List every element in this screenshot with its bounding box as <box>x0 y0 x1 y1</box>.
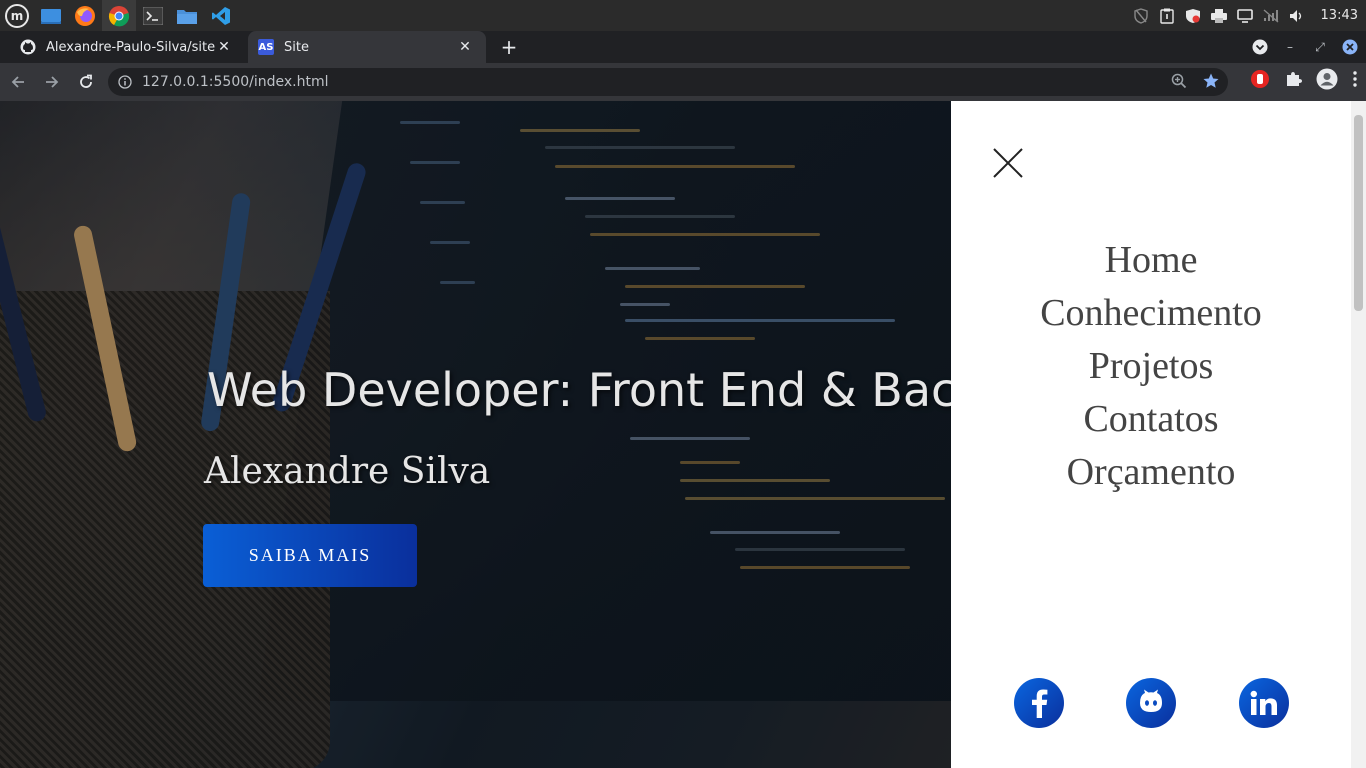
terminal-icon <box>143 6 163 25</box>
browser-toolbar: 127.0.0.1:5500/index.html <box>0 63 1366 101</box>
arrow-right-icon <box>46 76 59 88</box>
vscode-launcher[interactable] <box>204 0 238 31</box>
hero-overlay <box>0 101 951 768</box>
tab-search-icon[interactable] <box>1252 39 1268 55</box>
folder-icon <box>177 9 197 24</box>
puzzle-icon[interactable] <box>1284 70 1302 88</box>
system-tray: 13:43 <box>1133 0 1366 31</box>
shield-icon[interactable] <box>1133 7 1149 24</box>
maximize-icon[interactable]: ⤢ <box>1312 39 1328 55</box>
zoom-icon[interactable] <box>1170 72 1188 90</box>
page-scrollbar[interactable] <box>1351 101 1366 768</box>
menu-nav: Home Conhecimento Projetos Contatos Orça… <box>951 234 1351 499</box>
hero-title: Web Developer: Front End & Back End <box>207 363 951 417</box>
facebook-link[interactable] <box>1014 678 1064 728</box>
tab-title: Alexandre-Paulo-Silva/site <box>46 39 215 55</box>
close-icon[interactable]: ✕ <box>456 38 474 56</box>
extension-icons <box>1250 68 1358 90</box>
show-desktop-button[interactable] <box>34 0 68 31</box>
star-icon[interactable] <box>1202 72 1220 90</box>
url-text[interactable]: 127.0.0.1:5500/index.html <box>142 74 329 90</box>
github-icon <box>20 39 36 55</box>
info-icon[interactable] <box>118 75 132 89</box>
minimize-icon[interactable]: – <box>1282 39 1298 55</box>
chrome-launcher[interactable] <box>102 0 136 31</box>
security-icon[interactable] <box>1185 8 1201 24</box>
linux-mint-icon: m <box>5 3 29 28</box>
kebab-menu-icon[interactable] <box>1352 70 1358 88</box>
linkedin-link[interactable] <box>1239 678 1289 728</box>
window-controls: – ⤢ <box>1252 31 1358 63</box>
side-menu: Home Conhecimento Projetos Contatos Orça… <box>951 101 1351 768</box>
tab-site[interactable]: AS Site ✕ <box>248 31 486 63</box>
vscode-icon <box>212 6 230 25</box>
menu-link-contatos[interactable]: Contatos <box>951 393 1351 446</box>
reload-button[interactable] <box>70 66 102 98</box>
github-icon <box>1140 689 1162 712</box>
hero-subtitle: Alexandre Silva <box>204 451 491 492</box>
arrow-left-icon <box>11 76 24 88</box>
saiba-mais-button[interactable]: SAIBA MAIS <box>203 524 417 587</box>
menu-link-projetos[interactable]: Projetos <box>951 340 1351 393</box>
files-launcher[interactable] <box>170 0 204 31</box>
printer-icon[interactable] <box>1210 8 1227 24</box>
stop-extension-icon[interactable] <box>1250 69 1270 89</box>
tab-title: Site <box>284 39 309 55</box>
page-viewport: Web Developer: Front End & Back End Alex… <box>0 101 1366 768</box>
desktop-icon <box>41 8 61 24</box>
close-icon[interactable] <box>991 146 1025 180</box>
site-favicon: AS <box>258 39 274 55</box>
social-links <box>951 678 1351 728</box>
avatar-icon[interactable] <box>1316 68 1338 90</box>
chrome-icon <box>108 5 130 26</box>
new-tab-button[interactable]: + <box>498 35 520 59</box>
reload-icon <box>80 74 92 88</box>
network-off-icon[interactable] <box>1263 8 1279 24</box>
display-icon[interactable] <box>1236 8 1253 24</box>
linkedin-icon <box>1250 690 1277 715</box>
menu-link-home[interactable]: Home <box>951 234 1351 287</box>
menu-link-conhecimento[interactable]: Conhecimento <box>951 287 1351 340</box>
hero-section: Web Developer: Front End & Back End Alex… <box>0 101 951 768</box>
clipboard-icon[interactable] <box>1159 8 1175 24</box>
volume-icon[interactable] <box>1289 8 1305 24</box>
back-button[interactable] <box>2 66 34 98</box>
github-link[interactable] <box>1126 678 1176 728</box>
tab-github[interactable]: Alexandre-Paulo-Silva/site ✕ <box>0 31 245 63</box>
clock[interactable]: 13:43 <box>1321 8 1358 23</box>
mint-menu-button[interactable]: m <box>0 0 34 31</box>
terminal-launcher[interactable] <box>136 0 170 31</box>
scrollbar-thumb[interactable] <box>1354 115 1363 311</box>
omnibox-actions <box>1170 72 1220 90</box>
forward-button[interactable] <box>36 66 68 98</box>
close-icon[interactable]: ✕ <box>215 38 233 56</box>
menu-link-orcamento[interactable]: Orçamento <box>951 446 1351 499</box>
browser-tabstrip: Alexandre-Paulo-Silva/site ✕ AS Site ✕ +… <box>0 31 1366 63</box>
firefox-icon <box>75 5 95 26</box>
os-taskbar: m 13:43 <box>0 0 1366 31</box>
address-bar[interactable]: 127.0.0.1:5500/index.html <box>108 68 1228 96</box>
firefox-launcher[interactable] <box>68 0 102 31</box>
close-window-icon[interactable] <box>1342 39 1358 55</box>
facebook-icon <box>1032 689 1048 718</box>
